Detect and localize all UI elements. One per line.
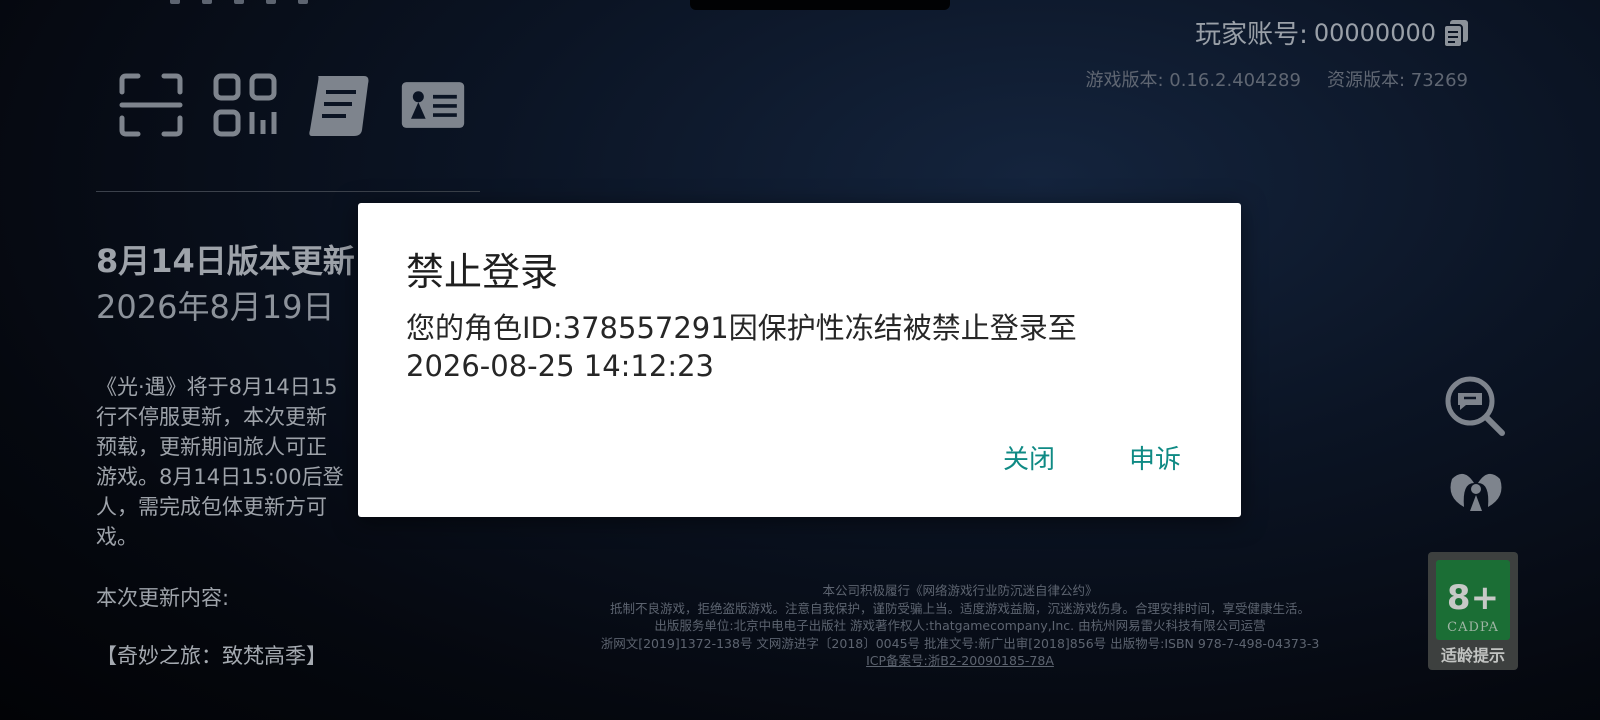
announcement-line: 人，需完成包体更新方可 — [96, 495, 327, 519]
camera-notch — [690, 0, 950, 10]
age-rating-badge[interactable]: 8+ CADPA 适龄提示 — [1428, 552, 1518, 670]
dialog-message-line: 您的角色ID:378557291因保护性冻结被禁止登录至 — [406, 311, 1077, 345]
announcement-line: 《光·遇》将于8月14日15 — [96, 375, 338, 399]
icp-link[interactable]: ICP备案号:浙B2-20090185-78A — [560, 652, 1360, 670]
announcement-date: 2026年8月19日 — [96, 288, 335, 326]
footer-line: 浙网文[2019]1372-138号 文网游进字〔2018〕0045号 批准文号… — [600, 635, 1320, 651]
child-guardian-icon[interactable] — [1444, 461, 1508, 525]
game-version: 游戏版本: 0.16.2.404289 — [1085, 70, 1301, 91]
age-tip-label: 适龄提示 — [1440, 646, 1505, 665]
dialog-title: 禁止登录 — [406, 250, 559, 294]
resource-version: 资源版本: 73269 — [1326, 70, 1468, 91]
status-bar — [170, 0, 308, 6]
notice-scroll-icon[interactable] — [306, 72, 372, 138]
announcement-line: 行不停服更新，本次更新 — [96, 405, 327, 429]
announcement-title: 8月14日版本更新 — [96, 242, 355, 280]
update-content-heading: 本次更新内容: — [96, 586, 230, 610]
dialog-message-line: 2026-08-25 14:12:23 — [406, 349, 714, 383]
dialog-actions: 关闭 申诉 — [1003, 439, 1181, 476]
copy-icon[interactable] — [1442, 18, 1470, 48]
age-rating-panel: 8+ CADPA — [1436, 560, 1510, 640]
announcement-line: 戏。 — [96, 525, 138, 549]
announcement-line: 游戏。8月14日15:00后登 — [96, 465, 344, 489]
right-toolbar — [1444, 375, 1508, 547]
dialog-message: 您的角色ID:378557291因保护性冻结被禁止登录至 2026-08-25 … — [406, 309, 1186, 385]
top-left-toolbar — [118, 72, 466, 138]
scan-icon[interactable] — [118, 72, 184, 138]
version-info: 游戏版本: 0.16.2.404289 资源版本: 73269 — [1085, 66, 1468, 92]
footer-line: 本公司积极履行《网络游戏行业防沉迷自律公约》 — [822, 583, 1098, 598]
appeal-button[interactable]: 申诉 — [1129, 439, 1181, 476]
divider — [96, 191, 480, 192]
search-message-icon[interactable] — [1444, 375, 1508, 439]
cadpa-label: CADPA — [1447, 620, 1499, 635]
qr-code-icon[interactable] — [212, 72, 278, 138]
footer-line: 出版服务单位:北京中电电子出版社 游戏著作权人:thatgamecompany,… — [654, 618, 1266, 633]
footer-line: 抵制不良游戏，拒绝盗版游戏。注意自我保护，谨防受骗上当。适度游戏益脑，沉迷游戏伤… — [609, 600, 1310, 616]
update-section-title: 【奇妙之旅：致梵高季】 — [96, 644, 327, 668]
announcement-body: 《光·遇》将于8月14日15 行不停服更新，本次更新 预载，更新期间旅人可正 游… — [96, 372, 376, 552]
legal-footer: 本公司积极履行《网络游戏行业防沉迷自律公约》 抵制不良游戏，拒绝盗版游戏。注意自… — [560, 582, 1360, 670]
account-label: 玩家账号: — [1195, 20, 1308, 50]
id-card-icon[interactable] — [400, 72, 466, 138]
close-button[interactable]: 关闭 — [1003, 439, 1055, 476]
age-rating: 8+ — [1446, 578, 1500, 618]
player-account: 玩家账号: 00000000 — [1195, 14, 1470, 51]
login-ban-dialog: 禁止登录 您的角色ID:378557291因保护性冻结被禁止登录至 2026-0… — [358, 203, 1241, 517]
account-id: 00000000 — [1313, 18, 1436, 47]
announcement-line: 预载，更新期间旅人可正 — [96, 435, 327, 459]
